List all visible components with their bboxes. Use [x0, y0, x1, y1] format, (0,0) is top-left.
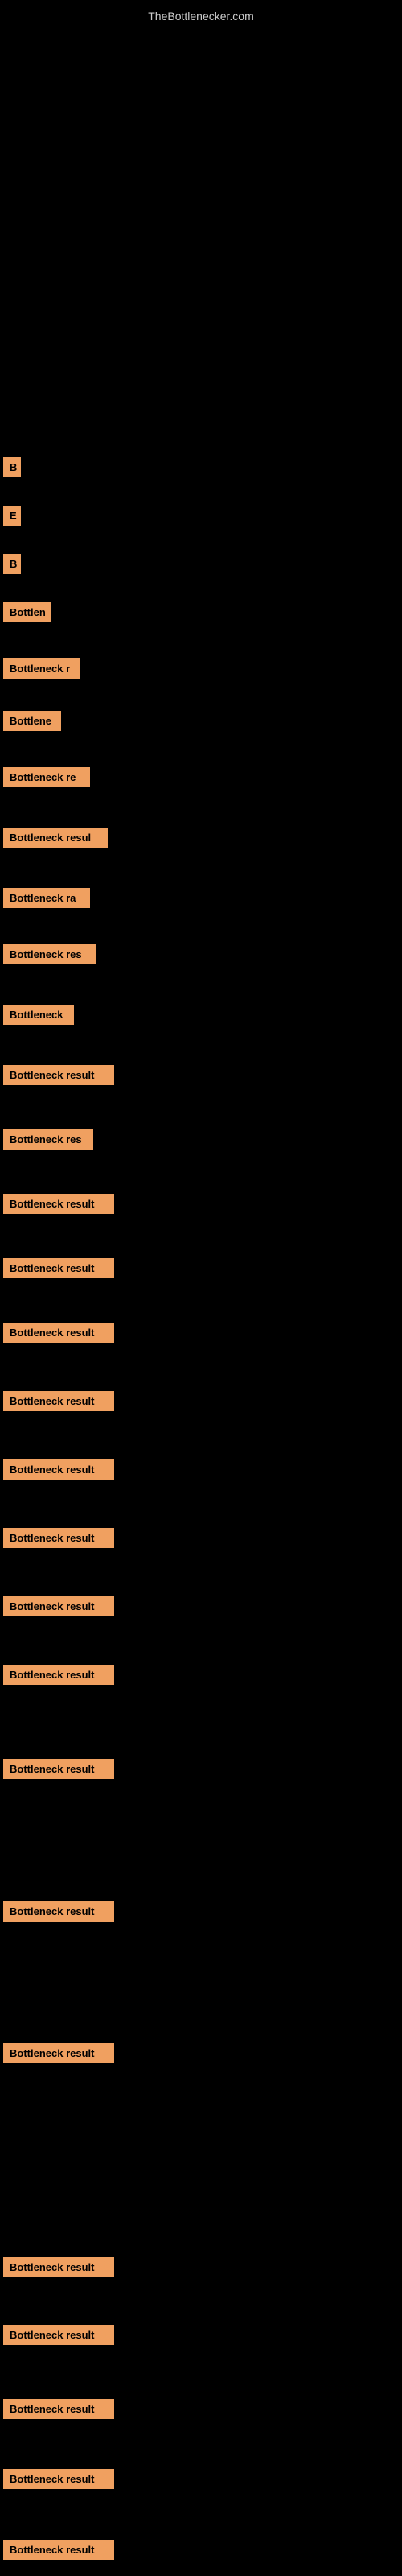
bottleneck-result-label: E	[3, 506, 21, 526]
bottleneck-result-label: Bottleneck result	[3, 1194, 114, 1214]
bottleneck-result-label: Bottleneck result	[3, 1065, 114, 1085]
result-row: Bottleneck result	[0, 1895, 402, 1928]
result-row: Bottleneck result	[0, 1385, 402, 1418]
bottleneck-result-label: B	[3, 554, 21, 574]
bottleneck-result-label: Bottleneck result	[3, 1665, 114, 1685]
result-row: Bottleneck result	[0, 1521, 402, 1554]
result-row: Bottleneck result	[0, 2392, 402, 2425]
bottleneck-result-label: Bottleneck result	[3, 2325, 114, 2345]
bottleneck-result-label: Bottleneck result	[3, 2399, 114, 2419]
result-row: Bottleneck result	[0, 1752, 402, 1785]
result-row: Bottleneck result	[0, 2462, 402, 2496]
result-row: Bottleneck ra	[0, 881, 402, 914]
result-row: Bottlene	[0, 704, 402, 737]
result-row: Bottleneck result	[0, 1590, 402, 1623]
result-row: Bottleneck result	[0, 1187, 402, 1220]
result-row: B	[0, 547, 402, 580]
bottleneck-result-label: Bottleneck result	[3, 1528, 114, 1548]
bottleneck-result-label: Bottleneck result	[3, 1596, 114, 1616]
bottleneck-result-label: Bottleneck r	[3, 658, 80, 679]
result-row: Bottleneck res	[0, 1123, 402, 1156]
bottleneck-result-label: Bottlen	[3, 602, 51, 622]
result-row: Bottleneck r	[0, 652, 402, 685]
bottleneck-result-label: Bottleneck resul	[3, 828, 108, 848]
bottleneck-result-label: Bottleneck result	[3, 2469, 114, 2489]
bottleneck-result-label: Bottleneck result	[3, 1323, 114, 1343]
bottleneck-result-label: Bottleneck result	[3, 1258, 114, 1278]
result-row: Bottleneck result	[0, 2251, 402, 2284]
result-row: Bottleneck result	[0, 1316, 402, 1349]
result-row: Bottleneck re	[0, 761, 402, 794]
bottleneck-result-label: Bottleneck result	[3, 2540, 114, 2560]
bottleneck-result-label: Bottleneck res	[3, 1129, 93, 1150]
site-title: TheBottlenecker.com	[0, 3, 402, 29]
bottleneck-result-label: Bottleneck	[3, 1005, 74, 1025]
bottleneck-result-label: Bottleneck result	[3, 1759, 114, 1779]
result-row: Bottleneck result	[0, 2533, 402, 2566]
result-row: Bottleneck result	[0, 2037, 402, 2070]
result-row: Bottlen	[0, 596, 402, 629]
bottleneck-result-label: B	[3, 457, 21, 477]
bottleneck-result-label: Bottlene	[3, 711, 61, 731]
result-row: Bottleneck result	[0, 2318, 402, 2351]
result-row: Bottleneck result	[0, 1059, 402, 1092]
bottleneck-result-label: Bottleneck result	[3, 1901, 114, 1922]
result-row: Bottleneck resul	[0, 821, 402, 854]
bottleneck-result-label: Bottleneck res	[3, 944, 96, 964]
bottleneck-result-label: Bottleneck result	[3, 1391, 114, 1411]
result-row: Bottleneck result	[0, 1453, 402, 1486]
result-row: B	[0, 451, 402, 484]
bottleneck-result-label: Bottleneck result	[3, 2257, 114, 2277]
result-row: Bottleneck result	[0, 1252, 402, 1285]
result-row: Bottleneck result	[0, 1658, 402, 1691]
bottleneck-result-label: Bottleneck re	[3, 767, 90, 787]
bottleneck-result-label: Bottleneck ra	[3, 888, 90, 908]
result-row: Bottleneck res	[0, 938, 402, 971]
result-row: Bottleneck	[0, 998, 402, 1031]
result-row: E	[0, 499, 402, 532]
bottleneck-result-label: Bottleneck result	[3, 2043, 114, 2063]
bottleneck-result-label: Bottleneck result	[3, 1459, 114, 1480]
